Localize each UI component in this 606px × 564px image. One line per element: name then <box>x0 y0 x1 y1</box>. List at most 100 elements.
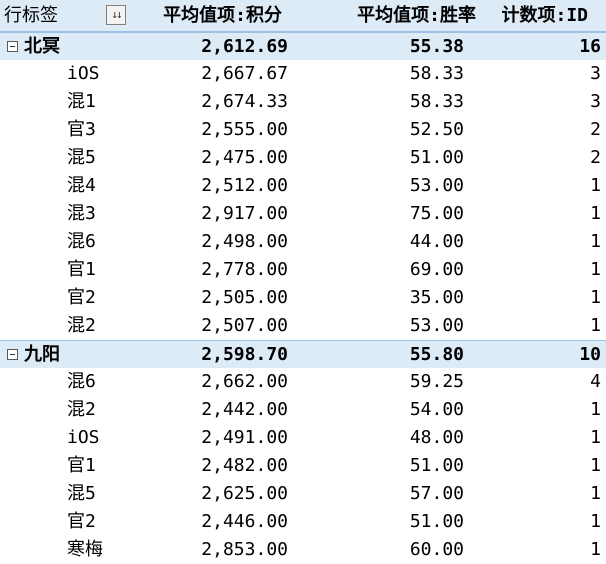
avg-rate-cell[interactable]: 53.00 <box>410 172 464 200</box>
sort-filter-icon[interactable]: ↓↓ <box>106 5 126 25</box>
row-label[interactable]: 混5 <box>67 144 96 172</box>
table-row[interactable]: 混4 2,512.00 53.00 1 <box>0 172 606 200</box>
avg-rate-header[interactable]: 平均值项:胜率 <box>357 0 476 31</box>
row-label[interactable]: 混4 <box>67 172 96 200</box>
row-label[interactable]: 官2 <box>67 508 96 536</box>
avg-score-cell[interactable]: 2,512.00 <box>201 172 288 200</box>
avg-rate-cell[interactable]: 51.00 <box>410 452 464 480</box>
row-label[interactable]: 混6 <box>67 228 96 256</box>
table-row[interactable]: 混6 2,498.00 44.00 1 <box>0 228 606 256</box>
avg-rate-cell[interactable]: 54.00 <box>410 396 464 424</box>
table-row[interactable]: 混5 2,475.00 51.00 2 <box>0 144 606 172</box>
count-cell[interactable]: 1 <box>590 256 601 284</box>
group-row[interactable]: 九阳 2,598.70 55.80 10 <box>0 340 606 368</box>
row-label[interactable]: iOS <box>67 60 100 88</box>
collapse-icon[interactable] <box>7 41 18 52</box>
avg-rate-cell[interactable]: 52.50 <box>410 116 464 144</box>
avg-score-cell[interactable]: 2,917.00 <box>201 200 288 228</box>
group-label[interactable]: 北冥 <box>24 33 60 60</box>
count-cell[interactable]: 1 <box>590 536 601 564</box>
avg-score-cell[interactable]: 2,498.00 <box>201 228 288 256</box>
row-label[interactable]: 混2 <box>67 312 96 340</box>
row-label[interactable]: 混3 <box>67 200 96 228</box>
avg-rate-cell[interactable]: 57.00 <box>410 480 464 508</box>
table-row[interactable]: 混2 2,442.00 54.00 1 <box>0 396 606 424</box>
group-avg-score[interactable]: 2,598.70 <box>201 341 288 368</box>
group-avg-rate[interactable]: 55.80 <box>410 341 464 368</box>
table-row[interactable]: 官3 2,555.00 52.50 2 <box>0 116 606 144</box>
row-label[interactable]: 官2 <box>67 284 96 312</box>
avg-score-cell[interactable]: 2,625.00 <box>201 480 288 508</box>
count-cell[interactable]: 1 <box>590 424 601 452</box>
table-row[interactable]: 官2 2,505.00 35.00 1 <box>0 284 606 312</box>
count-cell[interactable]: 2 <box>590 144 601 172</box>
group-row[interactable]: 北冥 2,612.69 55.38 16 <box>0 32 606 60</box>
avg-rate-cell[interactable]: 51.00 <box>410 144 464 172</box>
table-row[interactable]: 混1 2,674.33 58.33 3 <box>0 88 606 116</box>
row-label[interactable]: 官3 <box>67 116 96 144</box>
table-row[interactable]: 官1 2,482.00 51.00 1 <box>0 452 606 480</box>
row-label[interactable]: 混5 <box>67 480 96 508</box>
table-row[interactable]: iOS 2,667.67 58.33 3 <box>0 60 606 88</box>
table-row[interactable]: 混5 2,625.00 57.00 1 <box>0 480 606 508</box>
group-avg-rate[interactable]: 55.38 <box>410 33 464 60</box>
avg-score-header[interactable]: 平均值项:积分 <box>163 0 282 31</box>
table-row[interactable]: 混2 2,507.00 53.00 1 <box>0 312 606 340</box>
avg-score-cell[interactable]: 2,853.00 <box>201 536 288 564</box>
avg-rate-cell[interactable]: 35.00 <box>410 284 464 312</box>
group-count[interactable]: 10 <box>579 341 601 368</box>
count-cell[interactable]: 3 <box>590 60 601 88</box>
avg-rate-cell[interactable]: 59.25 <box>410 368 464 396</box>
avg-rate-cell[interactable]: 58.33 <box>410 88 464 116</box>
count-cell[interactable]: 1 <box>590 284 601 312</box>
count-cell[interactable]: 1 <box>590 312 601 340</box>
count-cell[interactable]: 1 <box>590 452 601 480</box>
avg-score-cell[interactable]: 2,662.00 <box>201 368 288 396</box>
count-cell[interactable]: 1 <box>590 200 601 228</box>
avg-rate-cell[interactable]: 53.00 <box>410 312 464 340</box>
group-avg-score[interactable]: 2,612.69 <box>201 33 288 60</box>
avg-score-cell[interactable]: 2,505.00 <box>201 284 288 312</box>
row-label[interactable]: 混2 <box>67 396 96 424</box>
avg-score-cell[interactable]: 2,778.00 <box>201 256 288 284</box>
avg-rate-cell[interactable]: 69.00 <box>410 256 464 284</box>
count-cell[interactable]: 2 <box>590 116 601 144</box>
table-row[interactable]: 寒梅 2,853.00 60.00 1 <box>0 536 606 564</box>
avg-rate-cell[interactable]: 75.00 <box>410 200 464 228</box>
count-cell[interactable]: 3 <box>590 88 601 116</box>
avg-score-cell[interactable]: 2,442.00 <box>201 396 288 424</box>
table-row[interactable]: 官1 2,778.00 69.00 1 <box>0 256 606 284</box>
avg-score-cell[interactable]: 2,491.00 <box>201 424 288 452</box>
avg-score-cell[interactable]: 2,555.00 <box>201 116 288 144</box>
avg-rate-cell[interactable]: 58.33 <box>410 60 464 88</box>
table-row[interactable]: 混3 2,917.00 75.00 1 <box>0 200 606 228</box>
count-cell[interactable]: 1 <box>590 480 601 508</box>
table-row[interactable]: 混6 2,662.00 59.25 4 <box>0 368 606 396</box>
row-labels-header[interactable]: 行标签 <box>4 0 58 31</box>
avg-score-cell[interactable]: 2,446.00 <box>201 508 288 536</box>
row-label[interactable]: iOS <box>67 424 100 452</box>
row-label[interactable]: 寒梅 <box>67 536 103 564</box>
table-row[interactable]: iOS 2,491.00 48.00 1 <box>0 424 606 452</box>
count-cell[interactable]: 4 <box>590 368 601 396</box>
avg-rate-cell[interactable]: 44.00 <box>410 228 464 256</box>
avg-score-cell[interactable]: 2,475.00 <box>201 144 288 172</box>
avg-rate-cell[interactable]: 51.00 <box>410 508 464 536</box>
avg-score-cell[interactable]: 2,667.67 <box>201 60 288 88</box>
count-cell[interactable]: 1 <box>590 228 601 256</box>
group-count[interactable]: 16 <box>579 33 601 60</box>
avg-score-cell[interactable]: 2,482.00 <box>201 452 288 480</box>
avg-rate-cell[interactable]: 60.00 <box>410 536 464 564</box>
row-label[interactable]: 混6 <box>67 368 96 396</box>
avg-rate-cell[interactable]: 48.00 <box>410 424 464 452</box>
row-label[interactable]: 官1 <box>67 256 96 284</box>
count-id-header[interactable]: 计数项:ID <box>501 0 588 31</box>
avg-score-cell[interactable]: 2,507.00 <box>201 312 288 340</box>
table-row[interactable]: 官2 2,446.00 51.00 1 <box>0 508 606 536</box>
row-label[interactable]: 混1 <box>67 88 96 116</box>
avg-score-cell[interactable]: 2,674.33 <box>201 88 288 116</box>
collapse-icon[interactable] <box>7 349 18 360</box>
count-cell[interactable]: 1 <box>590 508 601 536</box>
group-label[interactable]: 九阳 <box>24 341 60 368</box>
row-label[interactable]: 官1 <box>67 452 96 480</box>
